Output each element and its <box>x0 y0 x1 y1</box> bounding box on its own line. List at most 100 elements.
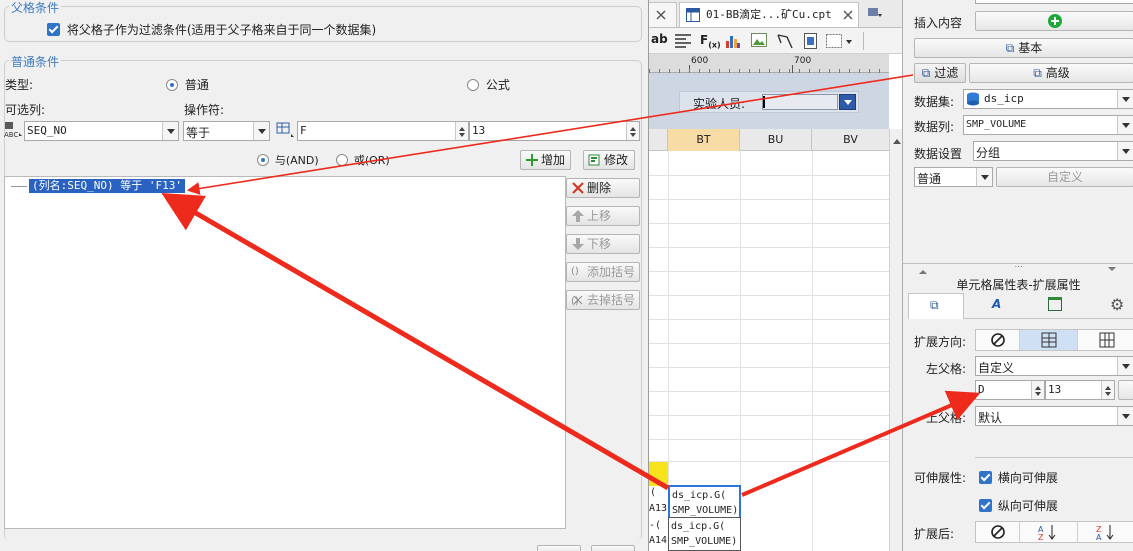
left-parent-row-input[interactable]: 13 <box>1045 380 1115 400</box>
column-header-bv[interactable]: BV <box>812 129 889 151</box>
close-icon[interactable] <box>649 3 677 27</box>
tab-expand[interactable]: ⧉ <box>908 293 964 319</box>
no-sort-icon[interactable] <box>976 522 1020 542</box>
text-format-icon[interactable]: ab <box>651 32 668 46</box>
type-normal-radio[interactable]: 普通 <box>166 76 209 93</box>
cell-type-icon[interactable] <box>276 121 296 139</box>
abc-type-icon[interactable]: ABC <box>4 121 24 139</box>
no-expand-icon[interactable] <box>976 330 1020 350</box>
present-icon[interactable] <box>1048 297 1062 311</box>
advanced-tab-button[interactable]: ⧉ 高级 <box>969 63 1133 83</box>
param-input[interactable] <box>762 94 838 110</box>
row-spinner[interactable] <box>626 122 639 140</box>
param-dropdown-button[interactable] <box>839 94 856 110</box>
logic-or-radio[interactable]: 或(OR) <box>336 152 390 168</box>
left-parent-column-input[interactable]: D <box>975 380 1045 400</box>
chevron-down-icon[interactable] <box>253 122 269 140</box>
add-bracket-button[interactable]: () 添加括号 <box>566 262 640 282</box>
sort-ascending-icon[interactable]: AZ <box>1020 522 1078 542</box>
datacol-select[interactable]: SMP_VOLUME <box>963 115 1133 135</box>
formula-icon[interactable]: F(x) <box>700 33 721 49</box>
chevron-down-icon[interactable] <box>1117 142 1133 160</box>
image-icon[interactable] <box>751 33 767 48</box>
pick-cell-button[interactable] <box>1118 380 1133 400</box>
param-row: 实验人员: <box>679 91 859 113</box>
close-icon[interactable] <box>842 9 854 21</box>
custom-button[interactable]: 自定义 <box>996 167 1133 187</box>
row-spinner[interactable] <box>1101 381 1114 399</box>
move-down-button[interactable]: 下移 <box>566 234 640 254</box>
slash-icon[interactable] <box>777 33 793 49</box>
vertical-scrollbar[interactable] <box>889 129 903 551</box>
collapse-down-icon[interactable] <box>1108 267 1116 275</box>
column-spinner[interactable] <box>1031 381 1044 399</box>
dataset-setting-select[interactable]: 分组 <box>973 141 1133 161</box>
selected-cell[interactable]: ds_icp.G( SMP_VOLUME) <box>668 485 741 519</box>
vertical-expand-icon[interactable] <box>1020 330 1078 350</box>
add-condition-button[interactable]: 增加 <box>520 150 571 170</box>
top-parent-select[interactable]: 默认 <box>975 406 1133 426</box>
cancel-button[interactable] <box>591 545 635 551</box>
chevron-down-icon[interactable] <box>1117 407 1133 425</box>
parent-filter-checkbox[interactable] <box>47 23 60 36</box>
cell-grid[interactable]: ( A13 -( A14 ds_icp.G( SMP_VOLUME) ds_ic… <box>649 151 889 551</box>
tab-title: 01-BB滴定...矿Cu.cpt <box>706 8 832 21</box>
column-header-bu[interactable]: BU <box>740 129 812 151</box>
stretch-vertical-checkbox[interactable]: 纵向可伸展 <box>979 497 1058 514</box>
basic-tab-button[interactable]: ⧉ 基本 <box>914 38 1133 58</box>
dataset-select[interactable]: ds_icp <box>963 89 1133 109</box>
scroll-up-icon[interactable] <box>893 135 901 144</box>
left-parent-select[interactable]: 自定义 <box>975 356 1133 376</box>
target-row-input[interactable]: 13 <box>469 121 640 141</box>
filter-tab-button[interactable]: ⧉ 过滤 <box>914 63 966 83</box>
chart-icon[interactable] <box>725 33 741 49</box>
logic-and-radio[interactable]: 与(AND) <box>257 152 319 168</box>
top-parent-label: 上父格: <box>926 411 967 425</box>
align-icon[interactable] <box>675 34 691 48</box>
dataset-setting-label: 数据设置 <box>914 147 963 161</box>
chevron-down-icon[interactable] <box>976 168 992 186</box>
column-select[interactable]: SEQ_NO <box>24 121 179 141</box>
filter-condition-dialog: 父格条件 将父格子作为过滤条件(适用于父子格来自于同一个数据集) 普通条件 类型… <box>0 0 648 551</box>
move-up-button[interactable]: 上移 <box>566 206 640 226</box>
chevron-down-icon[interactable] <box>1117 357 1133 375</box>
sort-after-expand-toggle[interactable]: AZ ZA <box>975 521 1133 543</box>
stretch-horizontal-checkbox[interactable]: 横向可伸展 <box>979 469 1058 486</box>
operator-label: 操作符: <box>184 103 225 117</box>
gear-icon[interactable]: ⚙ <box>1110 295 1124 314</box>
ok-button[interactable] <box>537 545 581 551</box>
column-header-bt[interactable]: BT <box>668 129 740 151</box>
horizontal-expand-icon[interactable] <box>1078 330 1133 350</box>
ruler-mark: 700 <box>794 56 812 66</box>
collapse-up-icon[interactable] <box>919 266 927 274</box>
chevron-down-icon[interactable] <box>162 122 178 140</box>
cell-below[interactable]: ds_icp.G( SMP_VOLUME) <box>668 517 741 551</box>
chevron-down-icon[interactable] <box>1117 116 1133 134</box>
column-header: BT BU BV <box>649 129 889 151</box>
tab-report-file[interactable]: 01-BB滴定...矿Cu.cpt <box>679 2 859 27</box>
top-field-stub[interactable] <box>975 0 1133 4</box>
parent-condition-legend: 父格条件 <box>9 0 62 16</box>
style-icon[interactable]: A <box>992 297 1001 311</box>
modify-condition-button[interactable]: 修改 <box>583 150 635 170</box>
insert-content-button[interactable] <box>975 11 1133 31</box>
type-formula-radio[interactable]: 公式 <box>467 76 510 93</box>
column-spinner[interactable] <box>455 122 468 140</box>
sort-descending-icon[interactable]: ZA <box>1078 522 1133 542</box>
condition-item[interactable]: (列名:SEQ_NO) 等于 'F13' <box>29 179 185 193</box>
operator-select[interactable]: 等于 <box>183 121 270 141</box>
highlighted-cell <box>649 462 668 486</box>
subreport-icon[interactable] <box>804 33 818 49</box>
mode-select[interactable]: 普通 <box>914 167 993 187</box>
target-column-input[interactable]: F <box>297 121 469 141</box>
splitter-handle[interactable]: ⋯ <box>903 263 1133 271</box>
chevron-down-icon[interactable] <box>1117 90 1133 108</box>
expand-direction-toggle[interactable] <box>975 329 1133 351</box>
widget-icon[interactable] <box>826 33 856 49</box>
remove-bracket-button[interactable]: () 去掉括号 <box>566 290 640 310</box>
condition-list[interactable]: (列名:SEQ_NO) 等于 'F13' <box>4 176 566 529</box>
tab-menu-icon[interactable] <box>867 6 883 20</box>
delete-button[interactable]: 删除 <box>566 178 640 198</box>
tab-previous[interactable] <box>649 2 677 27</box>
column-header-stub <box>649 129 668 151</box>
